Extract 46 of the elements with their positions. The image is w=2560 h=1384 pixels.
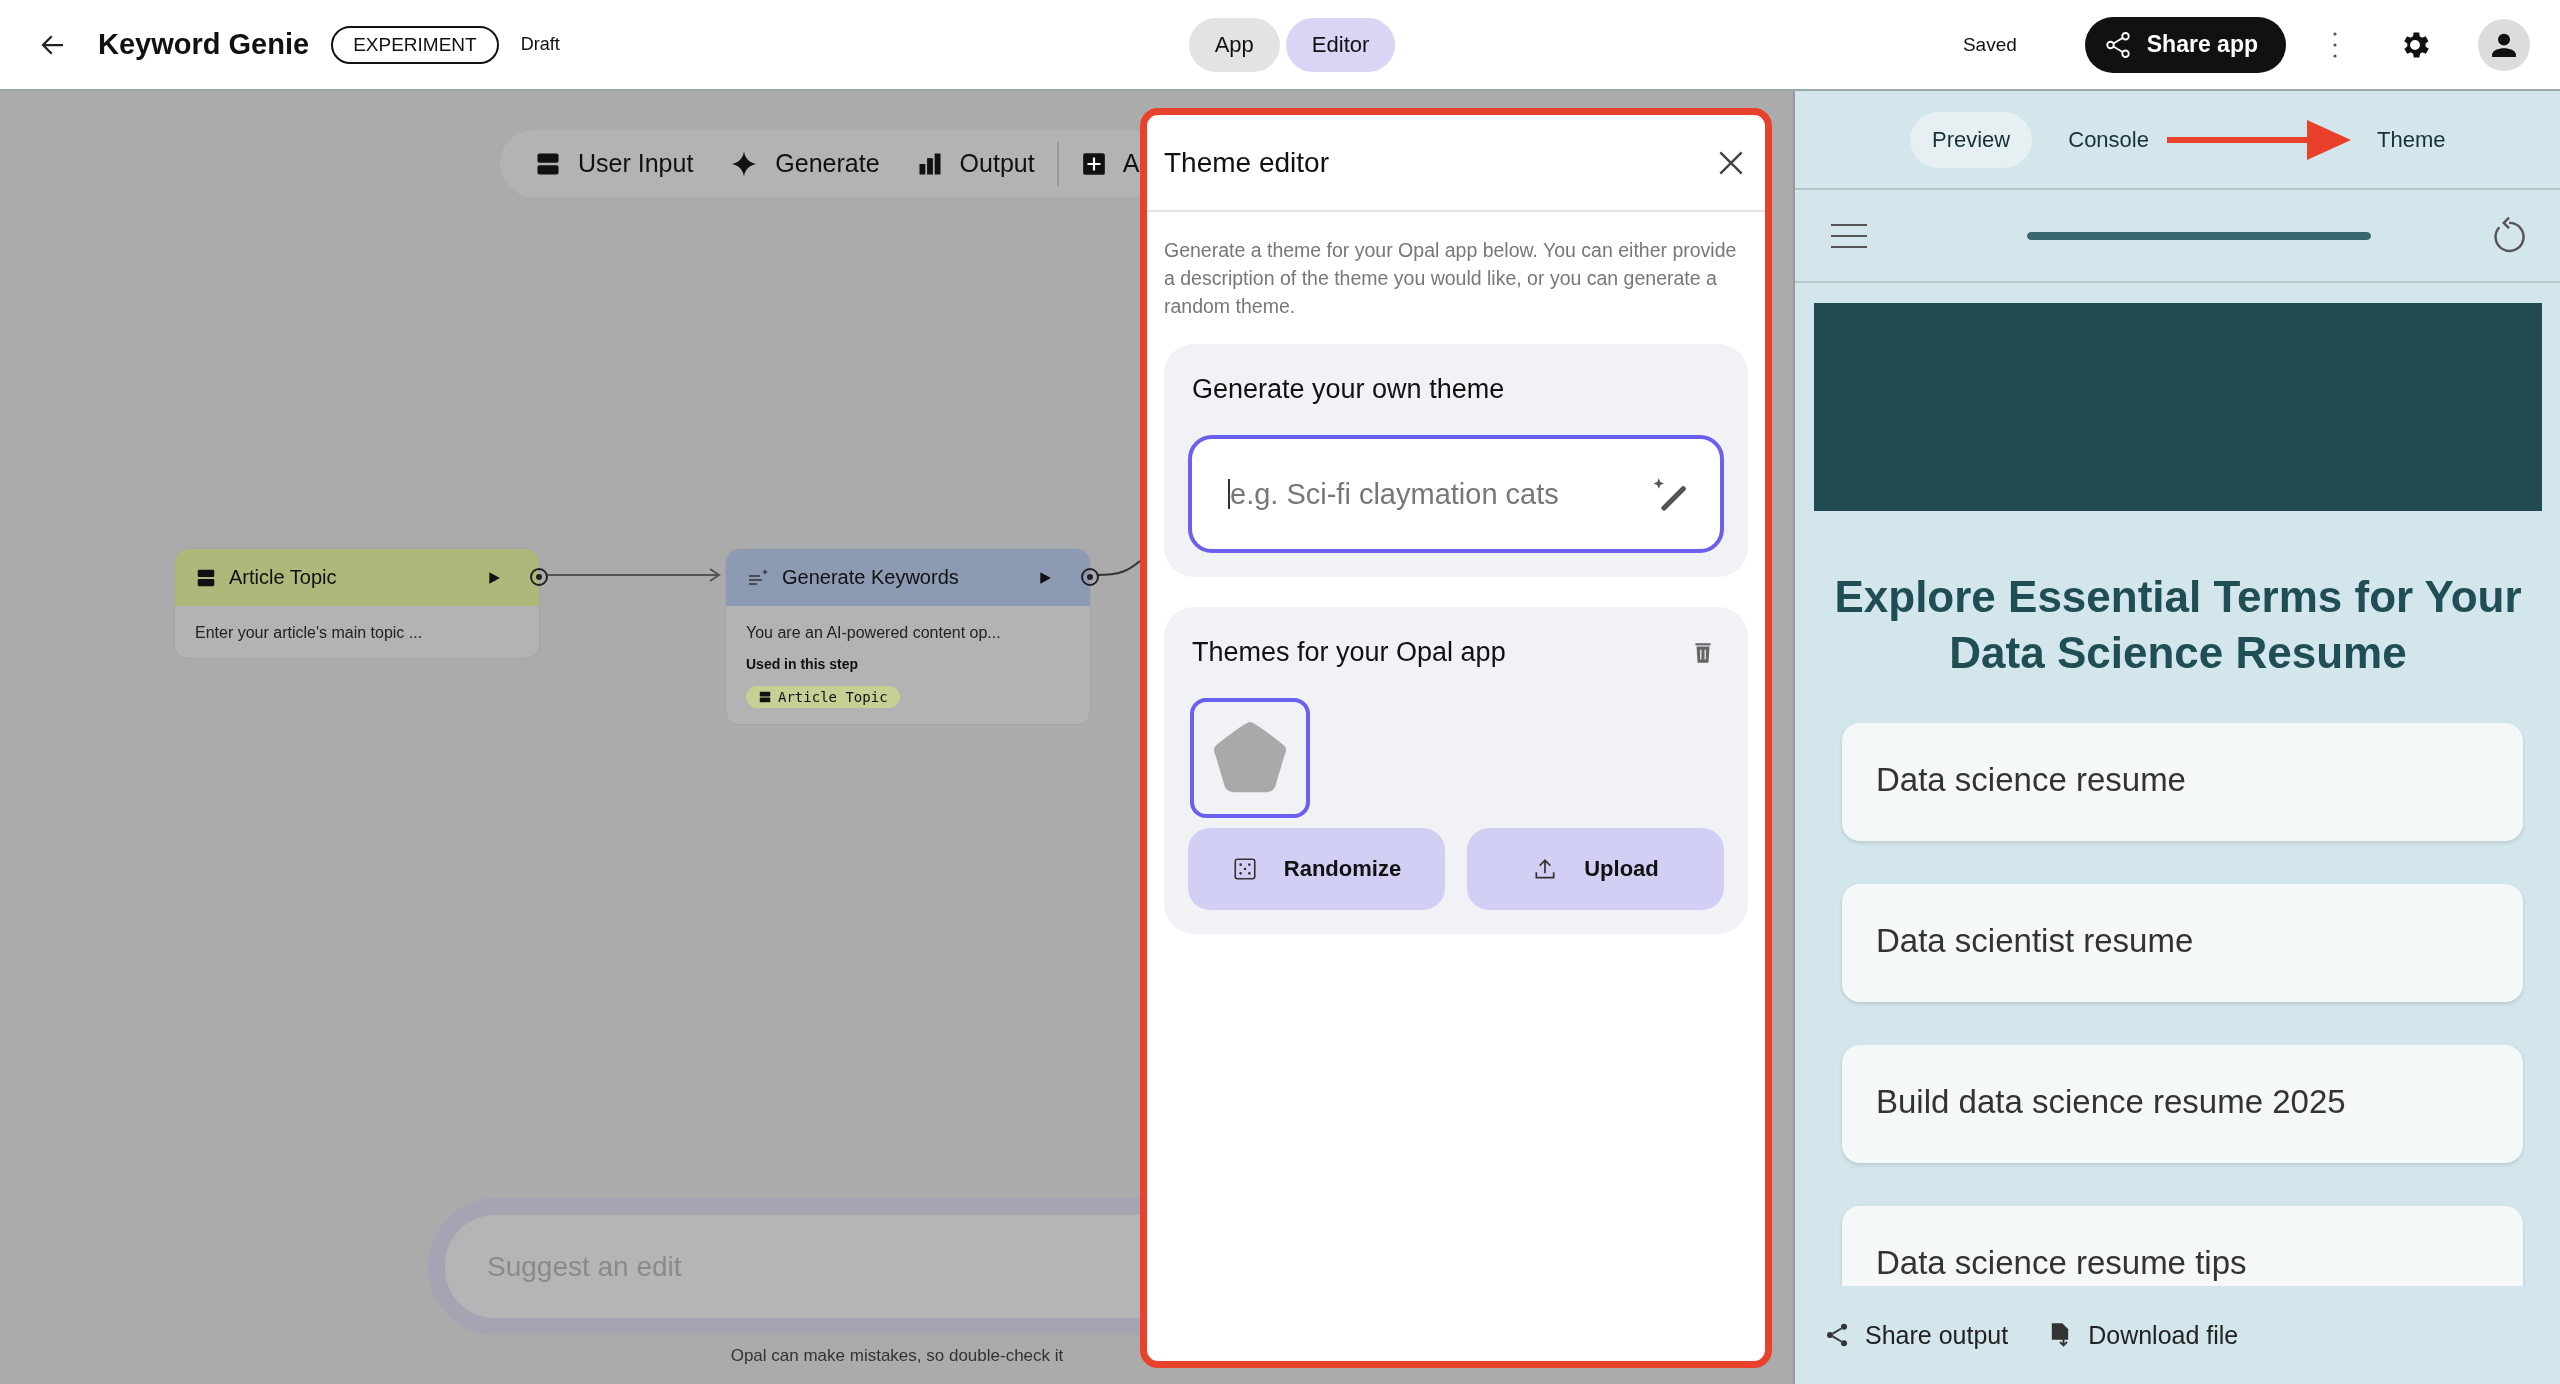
used-label: Used in this step <box>746 656 859 672</box>
preview-tab[interactable]: Console <box>2046 111 2171 168</box>
share-app-button[interactable]: Share app <box>2084 16 2286 73</box>
node-title: Article Topic <box>229 566 338 589</box>
input-icon <box>758 690 772 704</box>
card-title: Generate your own theme <box>1191 374 1506 405</box>
result-card: Data science resume <box>1842 723 2523 841</box>
description-text: Generate a theme for your Opal app below. You can either provide a description of the theme you would like, or you can generate a random theme. <box>1164 238 1738 319</box>
play-icon[interactable] <box>487 570 501 585</box>
result-card: Data scientist resume <box>1842 884 2523 1002</box>
node-prompt: You are an AI-powered content op... <box>746 624 1001 642</box>
theme-prompt-input[interactable]: e.g. Sci-fi claymation cats <box>1230 477 1650 511</box>
toolbar-item-label[interactable]: User Input <box>578 149 694 178</box>
share-output-button[interactable]: Share output <box>1819 1316 2013 1354</box>
app-title: Keyword Genie <box>98 28 310 61</box>
card-title: Themes for your Opal app <box>1192 637 1506 668</box>
mode-toggle-button[interactable]: App <box>1188 17 1280 72</box>
result-card: Build data science resume 2025 <box>1842 1045 2523 1163</box>
node-title: Generate Keywords <box>782 566 960 589</box>
add-icon <box>1080 150 1107 177</box>
port-icon[interactable] <box>1080 567 1100 587</box>
avatar-icon[interactable] <box>2478 18 2530 71</box>
result-card: Data science resume tips <box>1842 1206 2523 1286</box>
connector-line <box>1096 560 1140 576</box>
theme-swatch[interactable] <box>1190 698 1310 818</box>
preview-tab[interactable]: Preview <box>1910 111 2033 168</box>
toolbar-item-label[interactable]: Generate <box>775 149 880 178</box>
mode-toggle-button[interactable]: Editor <box>1285 17 1396 72</box>
randomize-button[interactable]: Randomize <box>1188 828 1445 910</box>
toolbar-item-label[interactable]: A <box>1122 149 1140 178</box>
play-icon[interactable] <box>1038 570 1052 585</box>
input-chip: Article Topic <box>746 686 900 708</box>
upload-button[interactable]: Upload <box>1467 828 1724 910</box>
disclaimer-text: Opal can make mistakes, so double-check it <box>729 1346 1065 1366</box>
draft-status: Draft <box>520 34 560 55</box>
theme-prompt-field[interactable]: e.g. Sci-fi claymation cats <box>1188 435 1724 553</box>
preview-tab[interactable]: Theme <box>2354 111 2468 168</box>
download-file-button[interactable]: Download file <box>2042 1316 2243 1354</box>
experiment-badge: EXPERIMENT <box>331 25 499 64</box>
dice-icon <box>1231 856 1258 882</box>
save-status: Saved <box>1962 33 2017 56</box>
panel-title: Theme editor <box>1164 146 1329 179</box>
result-heading: Explore Essential Terms for Your Data Science Resume <box>1834 571 2522 679</box>
port-icon[interactable] <box>529 567 549 587</box>
toolbar-item-label[interactable]: Output <box>959 149 1035 178</box>
node-prompt: Enter your article's main topic ... <box>195 624 423 642</box>
